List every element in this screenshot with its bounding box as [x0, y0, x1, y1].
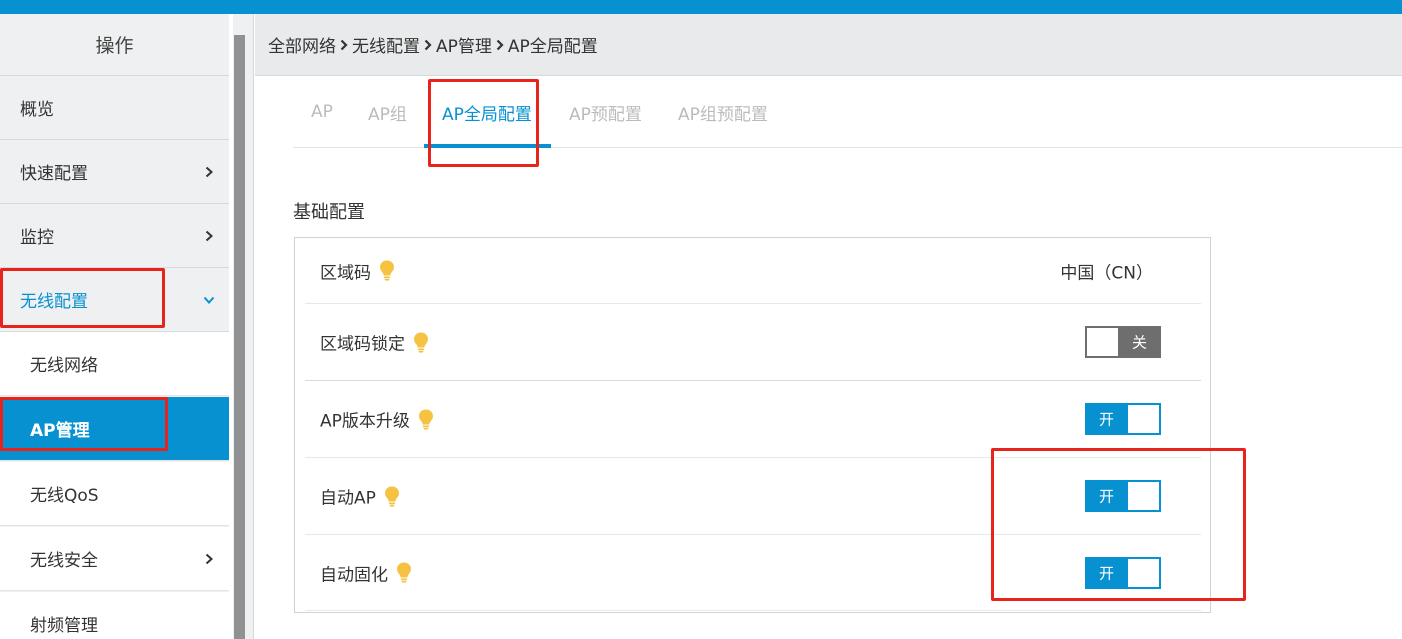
chevron-down-icon: [203, 294, 215, 306]
sidebar-scrollbar-thumb[interactable]: [234, 35, 245, 639]
sidebar: 操作 概览 快速配置 监控 无线配置 无线网络 AP管理 无线QoS 无线安全: [0, 14, 229, 639]
chevron-right-icon: [423, 39, 433, 51]
sidebar-item-label: AP管理: [30, 421, 90, 441]
tab-ap[interactable]: AP: [311, 76, 333, 148]
sidebar-item-label: 无线网络: [30, 356, 98, 376]
section-title: 基础配置: [293, 202, 365, 223]
setting-label: 区域码锁定: [320, 330, 429, 355]
breadcrumb-item[interactable]: AP管理: [436, 32, 492, 57]
sidebar-item-label: 快速配置: [20, 164, 88, 184]
breadcrumb: 全部网络 无线配置 AP管理 AP全局配置: [255, 14, 1402, 76]
sidebar-item-label: 无线安全: [30, 551, 98, 571]
ap-upgrade-toggle[interactable]: 开: [1085, 403, 1161, 435]
chevron-right-icon: [203, 230, 215, 242]
toggle-label: 关: [1131, 333, 1147, 352]
toggle-knob: [1128, 482, 1159, 510]
chevron-right-icon: [203, 166, 215, 178]
lightbulb-icon[interactable]: [396, 562, 412, 584]
toggle-label: 开: [1099, 410, 1115, 429]
sidebar-item-label: 射频管理: [30, 616, 98, 636]
setting-row-ap-upgrade: AP版本升级 开: [305, 381, 1201, 458]
tab-ap-group[interactable]: AP组: [368, 76, 407, 148]
tab-bar: AP AP组 AP全局配置 AP预配置 AP组预配置: [293, 76, 1402, 148]
lightbulb-icon[interactable]: [413, 331, 429, 353]
auto-ap-toggle[interactable]: 开: [1085, 480, 1161, 512]
auto-persist-toggle[interactable]: 开: [1085, 556, 1161, 589]
setting-label-text: AP版本升级: [320, 411, 410, 432]
setting-row-auto-ap: 自动AP 开: [305, 458, 1201, 535]
setting-row-region-code: 区域码 中国（CN）: [305, 238, 1201, 304]
tab-ap-group-preconfig[interactable]: AP组预配置: [678, 76, 768, 148]
lightbulb-icon[interactable]: [384, 485, 400, 507]
sidebar-item-label: 无线QoS: [30, 486, 99, 506]
tab-ap-global-config[interactable]: AP全局配置: [442, 76, 532, 148]
chevron-right-icon: [495, 39, 505, 51]
chevron-right-icon: [339, 39, 349, 51]
top-accent-bar: [0, 0, 1402, 14]
toggle-knob: [1087, 328, 1118, 356]
setting-label-text: 区域码锁定: [320, 334, 405, 355]
sidebar-item-wireless-network[interactable]: 无线网络: [0, 332, 229, 396]
setting-label: 自动AP: [320, 484, 400, 509]
breadcrumb-item[interactable]: 全部网络: [268, 32, 336, 57]
sidebar-item-wireless-security[interactable]: 无线安全: [0, 527, 229, 591]
sidebar-item-wireless-qos[interactable]: 无线QoS: [0, 462, 229, 526]
sidebar-header: 操作: [0, 14, 229, 76]
sidebar-item-overview[interactable]: 概览: [0, 76, 229, 140]
setting-row-auto-persist: 自动固化 开: [305, 535, 1201, 611]
breadcrumb-current: AP全局配置: [507, 37, 598, 57]
lightbulb-icon[interactable]: [379, 260, 395, 282]
sidebar-item-label: 监控: [20, 228, 54, 248]
tab-ap-preconfig[interactable]: AP预配置: [569, 76, 642, 148]
region-lock-toggle[interactable]: 关: [1085, 326, 1161, 358]
toggle-label: 开: [1099, 487, 1115, 506]
setting-label: 区域码: [320, 258, 395, 283]
toggle-label: 开: [1099, 564, 1115, 582]
basic-config-panel: 区域码 中国（CN） 区域码锁定 关 AP版本升级 开 自动AP 开 自动固化 …: [294, 237, 1211, 613]
active-tab-indicator: [424, 144, 551, 148]
toggle-knob: [1128, 405, 1159, 433]
toggle-knob: [1128, 558, 1159, 587]
setting-label-text: 区域码: [320, 263, 371, 283]
chevron-right-icon: [203, 553, 215, 565]
sidebar-item-label: 概览: [20, 100, 54, 120]
sidebar-item-label: 无线配置: [20, 292, 88, 312]
lightbulb-icon[interactable]: [418, 408, 434, 430]
sidebar-item-quick-config[interactable]: 快速配置: [0, 140, 229, 204]
sidebar-item-rf-management[interactable]: 射频管理: [0, 592, 229, 639]
setting-label-text: 自动AP: [320, 488, 376, 509]
sidebar-item-monitor[interactable]: 监控: [0, 204, 229, 268]
region-code-value: 中国（CN）: [1060, 263, 1153, 283]
setting-label: AP版本升级: [320, 407, 434, 432]
setting-row-region-lock: 区域码锁定 关: [305, 304, 1201, 381]
sidebar-item-wireless-config[interactable]: 无线配置: [0, 268, 229, 332]
sidebar-item-ap-management[interactable]: AP管理: [0, 397, 229, 461]
setting-label: 自动固化: [320, 560, 412, 585]
setting-label-text: 自动固化: [320, 565, 388, 585]
breadcrumb-item[interactable]: 无线配置: [352, 32, 420, 57]
